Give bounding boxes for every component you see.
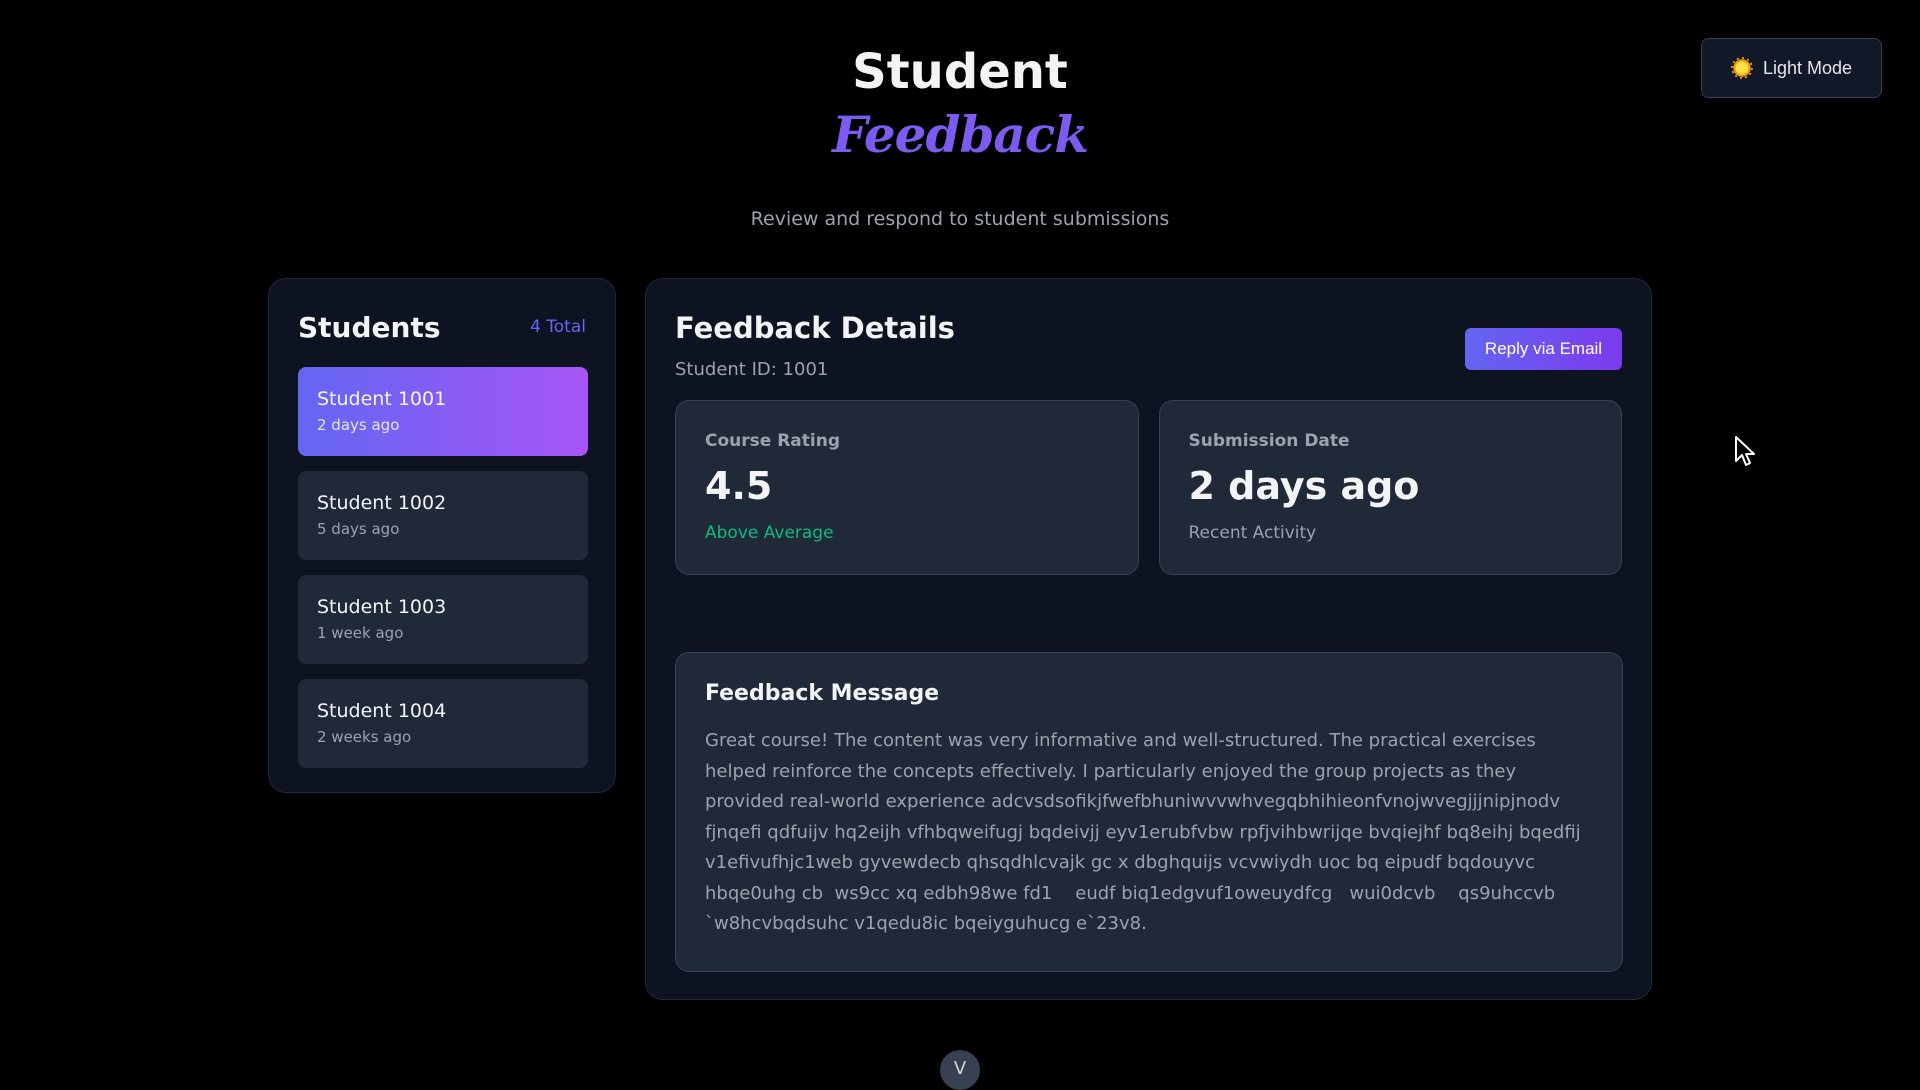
students-panel: Students 4 Total Student 1001 2 days ago… [268,278,616,793]
submission-date-value: 2 days ago [1188,464,1420,508]
student-name: Student 1001 [317,388,447,410]
student-name: Student 1002 [317,492,447,514]
student-item-1004[interactable]: Student 1004 2 weeks ago [298,679,588,768]
students-panel-header: Students 4 Total [298,309,586,345]
student-item-1001[interactable]: Student 1001 2 days ago [298,367,588,456]
feedback-message-card: Feedback Message Great course! The conte… [675,652,1623,972]
scroll-down-button[interactable]: V [940,1050,980,1090]
feedback-message-title: Feedback Message [705,681,940,706]
course-rating-value: 4.5 [705,464,773,508]
students-total-badge: 4 Total [530,317,586,337]
student-item-1003[interactable]: Student 1003 1 week ago [298,575,588,664]
page-subtitle: Review and respond to student submission… [750,208,1170,230]
submission-date-label: Submission Date [1188,431,1350,451]
course-rating-label: Course Rating [705,431,840,451]
student-time: 2 days ago [317,416,400,434]
students-title: Students [298,310,441,344]
mouse-cursor-icon [1735,436,1755,466]
page-title-script: Feedback [832,105,1089,164]
reply-email-button[interactable]: Reply via Email [1465,328,1622,370]
student-item-1002[interactable]: Student 1002 5 days ago [298,471,588,560]
chevron-down-icon: V [953,1058,967,1079]
page-title: Student [852,44,1068,100]
student-time: 5 days ago [317,520,400,538]
feedback-details-panel: Feedback Details Student ID: 1001 Reply … [645,278,1652,1000]
course-rating-note: Above Average [705,523,834,543]
student-time: 1 week ago [317,624,404,642]
student-name: Student 1004 [317,700,447,722]
submission-date-note: Recent Activity [1188,523,1317,543]
course-rating-card: Course Rating 4.5 Above Average [675,400,1139,575]
submission-date-card: Submission Date 2 days ago Recent Activi… [1158,400,1622,575]
feedback-message-body: Great course! The content was very infor… [705,730,1587,934]
student-time: 2 weeks ago [317,728,412,746]
student-name: Student 1003 [317,596,447,618]
stat-row: Course Rating 4.5 Above Average Submissi… [675,400,1622,575]
page-header: Student Feedback Review and respond to s… [0,40,1920,230]
